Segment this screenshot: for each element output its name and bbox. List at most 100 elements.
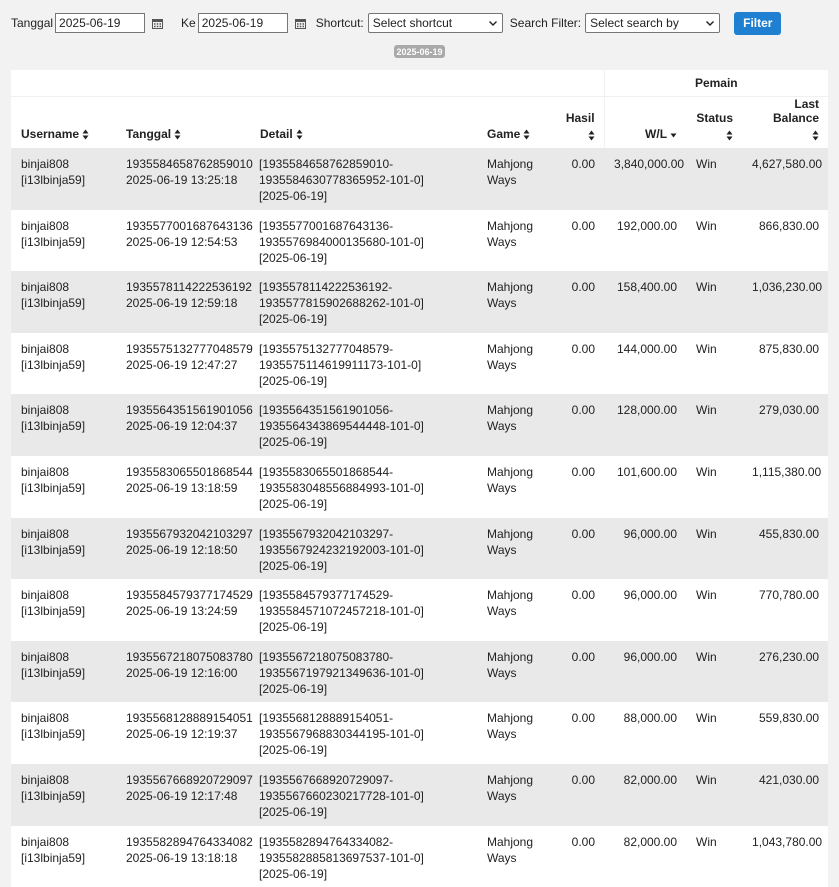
username-text: binjai808 <box>21 403 70 418</box>
detail-line: 1935567968830344195-101-0] <box>259 727 424 742</box>
cell-tanggal: 1935578114222536192 2025-06-19 12:59:18 <box>116 271 252 333</box>
cell-detail: [1935568128889154051- 1935567968830344195… <box>250 702 477 764</box>
shortcut-select[interactable]: Select shortcut <box>367 13 503 33</box>
datetime-text: 2025-06-19 12:04:37 <box>126 419 238 434</box>
cell-detail: [1935577001687643136- 1935576984000135680… <box>250 209 477 272</box>
search-filter-label: Search Filter: <box>509 16 582 30</box>
search-by-select[interactable]: Select search by <box>585 13 721 33</box>
col-hasil[interactable]: Hasil <box>556 96 605 148</box>
chevron-down-icon <box>488 21 497 26</box>
cell-wl: 3,840,000.00 <box>604 148 687 210</box>
calendar-icon[interactable] <box>152 18 164 29</box>
datetime-text: 2025-06-19 13:18:59 <box>126 480 238 495</box>
datetime-text: 2025-06-19 13:24:59 <box>126 604 238 619</box>
col-game[interactable]: Game <box>477 96 556 148</box>
table-row[interactable]: binjai808 [i13lbinja59] 19355676689207290… <box>11 763 829 826</box>
cell-last-balance: 4,627,580.00 <box>742 148 829 210</box>
datetime-text: 2025-06-19 12:17:48 <box>126 788 238 803</box>
game-name: Ways <box>487 419 517 434</box>
cell-wl: 192,000.00 <box>604 209 687 272</box>
cell-tanggal: 1935567932042103297 2025-06-19 12:18:50 <box>116 517 253 580</box>
game-name: Mahjong <box>487 649 534 664</box>
datetime-text: 2025-06-19 12:59:18 <box>126 296 238 311</box>
cell-tanggal: 1935567668920729097 2025-06-19 12:17:48 <box>116 763 253 826</box>
game-name: Ways <box>487 357 517 372</box>
table-row[interactable]: binjai808 [i13lbinja59] 19355828947643340… <box>11 825 829 887</box>
detail-line: 1935575114619911173-101-0] <box>259 357 422 372</box>
cell-last-balance: 421,030.00 <box>742 763 829 826</box>
table-row[interactable]: binjai808 [i13lbinja59] 19355845793771745… <box>11 579 829 641</box>
table-row[interactable]: binjai808 [i13lbinja59] 19355781142225361… <box>11 271 829 333</box>
cell-wl: 82,000.00 <box>604 825 687 887</box>
cell-wl: 82,000.00 <box>604 763 687 826</box>
cell-hasil: 0.00 <box>556 579 605 641</box>
ke-label: Ke <box>181 16 196 30</box>
game-name: Mahjong <box>487 341 534 356</box>
table-row[interactable]: binjai808 [i13lbinja59] 19355751327770485… <box>11 332 829 395</box>
cell-game: Mahjong Ways <box>477 271 556 333</box>
search-by-select-value: Select search by <box>590 16 679 30</box>
username-text: binjai808 <box>21 834 70 849</box>
col-status[interactable]: Status <box>686 96 743 148</box>
user-id-text: [i13lbinja59] <box>21 850 86 865</box>
to-date-input[interactable] <box>197 13 288 33</box>
filter-bar: Tanggal Ke Shortcut: Select shortcut Sea… <box>0 0 839 46</box>
col-username[interactable]: Username <box>11 96 116 148</box>
detail-line: [1935584579377174529- <box>259 588 394 603</box>
detail-line: [1935564351561901056- <box>259 403 394 418</box>
username-text: binjai808 <box>21 711 70 726</box>
detail-line: [1935578114222536192- <box>259 280 393 295</box>
ticket-id: 1935564351561901056 <box>126 403 253 418</box>
cell-last-balance: 559,830.00 <box>742 702 829 764</box>
cell-hasil: 0.00 <box>556 763 605 826</box>
game-name: Ways <box>487 727 517 742</box>
cell-detail: [1935567932042103297- 1935567924232192003… <box>250 517 477 580</box>
table-row[interactable]: binjai808 [i13lbinja59] 19355846587628590… <box>11 148 829 210</box>
col-wl[interactable]: W/L <box>603 96 687 148</box>
table-row[interactable]: binjai808 [i13lbinja59] 19355681288891540… <box>11 702 829 764</box>
col-last-balance[interactable]: Last Balance <box>742 96 829 148</box>
cell-game: Mahjong Ways <box>477 517 556 580</box>
username-text: binjai808 <box>21 464 70 479</box>
cell-tanggal: 1935577001687643136 2025-06-19 12:54:53 <box>116 209 253 272</box>
col-game-label: Game <box>487 127 521 141</box>
detail-line: [1935567932042103297- <box>259 526 394 541</box>
col-tanggal[interactable]: Tanggal <box>116 96 250 148</box>
cell-last-balance: 276,230.00 <box>742 640 829 703</box>
username-text: binjai808 <box>21 526 70 541</box>
cell-hasil: 0.00 <box>556 209 605 272</box>
cell-wl: 96,000.00 <box>604 517 687 580</box>
detail-line: 1935567197921349636-101-0] <box>259 665 424 680</box>
filter-button[interactable]: Filter <box>734 11 782 35</box>
detail-line: 1935567924232192003-101-0] <box>259 542 424 557</box>
cell-wl: 158,400.00 <box>604 271 687 333</box>
cell-hasil: 0.00 <box>556 825 605 887</box>
table-row[interactable]: binjai808 [i13lbinja59] 19355830655018685… <box>11 455 829 518</box>
table-row[interactable]: binjai808 [i13lbinja59] 19355643515619010… <box>11 394 829 456</box>
table-row[interactable]: binjai808 [i13lbinja59] 19355672180750837… <box>11 640 829 703</box>
game-name: Ways <box>487 296 517 311</box>
cell-detail: [1935583065501868544- 1935583048556884993… <box>250 455 477 518</box>
game-name: Mahjong <box>487 588 534 603</box>
datetime-text: 2025-06-19 12:19:37 <box>126 727 238 742</box>
cell-hasil: 0.00 <box>556 271 605 333</box>
col-detail[interactable]: Detail <box>250 96 477 148</box>
header-spacer <box>11 70 605 97</box>
calendar-icon[interactable] <box>294 18 306 29</box>
sort-icon <box>726 130 733 141</box>
detail-line: 1935564343869544448-101-0] <box>259 419 424 434</box>
cell-tanggal: 1935584658762859010 2025-06-19 13:25:18 <box>116 148 253 210</box>
sort-icon <box>588 130 595 141</box>
table-row[interactable]: binjai808 [i13lbinja59] 19355770016876431… <box>11 209 829 272</box>
detail-line: [2025-06-19] <box>259 189 328 203</box>
ticket-id: 1935584579377174529 <box>126 588 253 603</box>
cell-username: binjai808 [i13lbinja59] <box>11 332 116 395</box>
ticket-id: 1935577001687643136 <box>126 218 253 233</box>
from-date-input[interactable] <box>55 13 146 33</box>
game-name: Ways <box>487 173 517 187</box>
cell-detail: [1935567218075083780- 1935567197921349636… <box>250 640 477 703</box>
detail-line: [1935568128889154051- <box>259 711 394 726</box>
datetime-text: 2025-06-19 12:47:27 <box>126 357 238 372</box>
table-row[interactable]: binjai808 [i13lbinja59] 19355679320421032… <box>11 517 829 580</box>
tanggal-label: Tanggal <box>11 16 54 30</box>
